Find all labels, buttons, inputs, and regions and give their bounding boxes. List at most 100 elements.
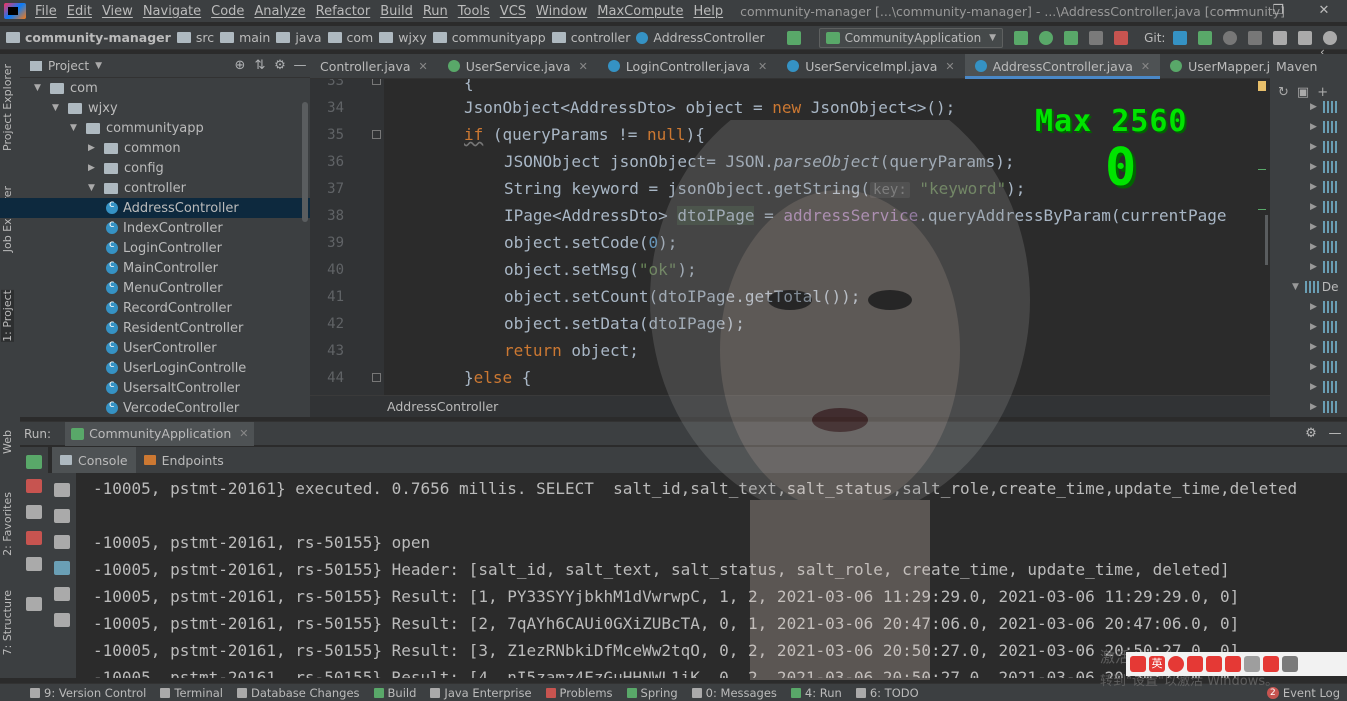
breadcrumb-wjxy[interactable]: wjxy — [373, 30, 427, 45]
close-tab-icon[interactable]: ✕ — [419, 60, 428, 73]
trash-icon[interactable] — [54, 613, 70, 627]
tree-class-item[interactable]: MainController — [0, 258, 310, 278]
status-tool-button[interactable]: 4: Run — [784, 686, 849, 700]
tree-class-item[interactable]: LoginController — [0, 238, 310, 258]
chevron-right-icon[interactable]: ▶ — [1310, 122, 1317, 132]
profile-icon[interactable] — [1089, 30, 1104, 45]
breadcrumb-src[interactable]: src — [171, 30, 214, 45]
editor-tab[interactable]: AddressController.java ✕ — [964, 53, 1161, 79]
tree-folder-item[interactable]: ▼ communityapp — [0, 118, 310, 138]
tree-folder-item[interactable]: ▶ config — [0, 158, 310, 178]
chevron-down-icon[interactable]: ▼ — [52, 103, 64, 113]
tab-console[interactable]: Console — [52, 447, 136, 473]
maven-project-row[interactable]: ▶ — [1270, 177, 1347, 197]
maven-panel-header[interactable]: Maven — [1270, 54, 1347, 79]
maven-project-row[interactable]: ▶ — [1270, 337, 1347, 357]
chevron-right-icon[interactable]: ▶ — [1310, 362, 1317, 372]
maven-project-row[interactable]: ▶ — [1270, 377, 1347, 397]
close-tab-icon[interactable]: ✕ — [1141, 60, 1150, 73]
tree-class-item[interactable]: AddressController — [0, 198, 310, 218]
settings-icon[interactable] — [1273, 30, 1288, 45]
close-tab-icon[interactable]: ✕ — [579, 60, 588, 73]
editor-tab[interactable]: UserServiceImpl.java ✕ — [777, 54, 964, 79]
breadcrumb-project[interactable]: community-manager — [0, 30, 171, 45]
tree-class-item[interactable]: ResidentController — [0, 318, 310, 338]
maven-project-row[interactable]: ▶ — [1270, 357, 1347, 377]
fold-marker-icon[interactable] — [372, 79, 381, 85]
status-tool-button[interactable]: Terminal — [153, 686, 230, 700]
menu-maxcompute[interactable]: MaxCompute — [592, 4, 688, 19]
menu-vcs[interactable]: VCS — [495, 4, 531, 19]
camera-icon[interactable] — [26, 505, 42, 519]
editor-tab[interactable]: Controller.java ✕ — [310, 54, 438, 79]
soft-wrap-icon[interactable] — [54, 535, 70, 549]
stop-icon[interactable] — [1114, 30, 1129, 45]
chevron-right-icon[interactable]: ▶ — [1310, 302, 1317, 312]
tree-class-item[interactable]: UserController — [0, 338, 310, 358]
project-scrollbar[interactable] — [302, 102, 308, 222]
maven-project-row[interactable]: ▶ — [1270, 397, 1347, 417]
exit-icon[interactable] — [26, 531, 42, 545]
microphone-icon[interactable] — [1206, 656, 1222, 672]
run-tab-communityapplication[interactable]: CommunityApplication ✕ — [65, 421, 255, 446]
search-everywhere-icon[interactable] — [1323, 30, 1338, 45]
breadcrumb-com[interactable]: com — [322, 30, 373, 45]
ime-mode-icon[interactable]: 英 — [1149, 656, 1165, 672]
hammer-build-icon[interactable] — [786, 30, 801, 45]
arrow-up-icon[interactable] — [54, 483, 70, 497]
editor-breadcrumb[interactable]: AddressController — [310, 395, 1270, 417]
chevron-down-icon[interactable]: ▼ — [70, 123, 82, 133]
close-icon[interactable]: ✕ — [1301, 0, 1347, 22]
fold-marker-icon[interactable] — [372, 130, 381, 139]
user-icon[interactable] — [1244, 656, 1260, 672]
git-rollback-icon[interactable] — [1248, 30, 1263, 45]
chevron-right-icon[interactable]: ▶ — [88, 143, 100, 153]
folder-icon[interactable]: ▣ — [1297, 85, 1309, 100]
rerun-icon[interactable] — [1014, 30, 1029, 45]
hide-panel-icon[interactable]: — — [1323, 426, 1347, 441]
menu-run[interactable]: Run — [418, 4, 453, 19]
chevron-right-icon[interactable]: ▶ — [1310, 162, 1317, 172]
gear-icon[interactable]: ⚙ — [270, 58, 290, 73]
maven-project-row[interactable]: ▶ — [1270, 137, 1347, 157]
close-icon[interactable]: ✕ — [239, 427, 248, 440]
project-structure-icon[interactable] — [1298, 30, 1313, 45]
menu-file[interactable]: File — [30, 4, 62, 19]
maven-project-row[interactable]: ▶ — [1270, 317, 1347, 337]
plus-icon[interactable]: + — [1317, 85, 1328, 100]
punctuation-icon[interactable] — [1168, 656, 1184, 672]
menu-tools[interactable]: Tools — [453, 4, 495, 19]
keyboard-icon[interactable] — [1225, 656, 1241, 672]
chevron-right-icon[interactable]: ▶ — [1310, 202, 1317, 212]
emoji-icon[interactable] — [1187, 656, 1203, 672]
print-icon[interactable] — [54, 587, 70, 601]
chevron-right-icon[interactable]: ▶ — [1310, 142, 1317, 152]
menu-edit[interactable]: Edit — [62, 4, 97, 19]
tree-class-item[interactable]: UsersaltController — [0, 378, 310, 398]
chevron-down-icon[interactable]: ▼ — [95, 61, 102, 71]
menu-window[interactable]: Window — [531, 4, 592, 19]
maven-project-row[interactable]: ▶ — [1270, 97, 1347, 117]
run-configuration-select[interactable]: CommunityApplication ▼ — [818, 27, 1004, 48]
status-tool-button[interactable]: 0: Messages — [685, 686, 784, 700]
maven-project-row[interactable]: ▶ — [1270, 257, 1347, 277]
tree-class-item[interactable]: UserLoginControlle — [0, 358, 310, 378]
maven-project-row[interactable]: ▼ De — [1270, 277, 1347, 297]
fold-marker-icon[interactable] — [372, 373, 381, 382]
git-commit-icon[interactable] — [1198, 30, 1213, 45]
status-tool-button[interactable]: Build — [367, 686, 424, 700]
tree-folder-item[interactable]: ▼ controller — [0, 178, 310, 198]
rerun-icon[interactable] — [26, 455, 42, 469]
stop-icon[interactable] — [26, 479, 42, 493]
refresh-icon[interactable]: ↻ — [1278, 85, 1289, 100]
scroll-to-end-icon[interactable] — [54, 561, 70, 575]
tree-folder-item[interactable]: ▼ com — [0, 78, 310, 98]
tab-endpoints[interactable]: Endpoints — [136, 447, 232, 473]
menu-analyze[interactable]: Analyze — [249, 4, 310, 19]
tree-class-item[interactable]: RecordController — [0, 298, 310, 318]
tree-class-item[interactable]: VercodeController — [0, 398, 310, 418]
chevron-down-icon[interactable]: ▼ — [88, 183, 100, 193]
maven-project-row[interactable]: ▶ — [1270, 157, 1347, 177]
tree-class-item[interactable]: IndexController — [0, 218, 310, 238]
chevron-right-icon[interactable]: ▶ — [1310, 262, 1317, 272]
